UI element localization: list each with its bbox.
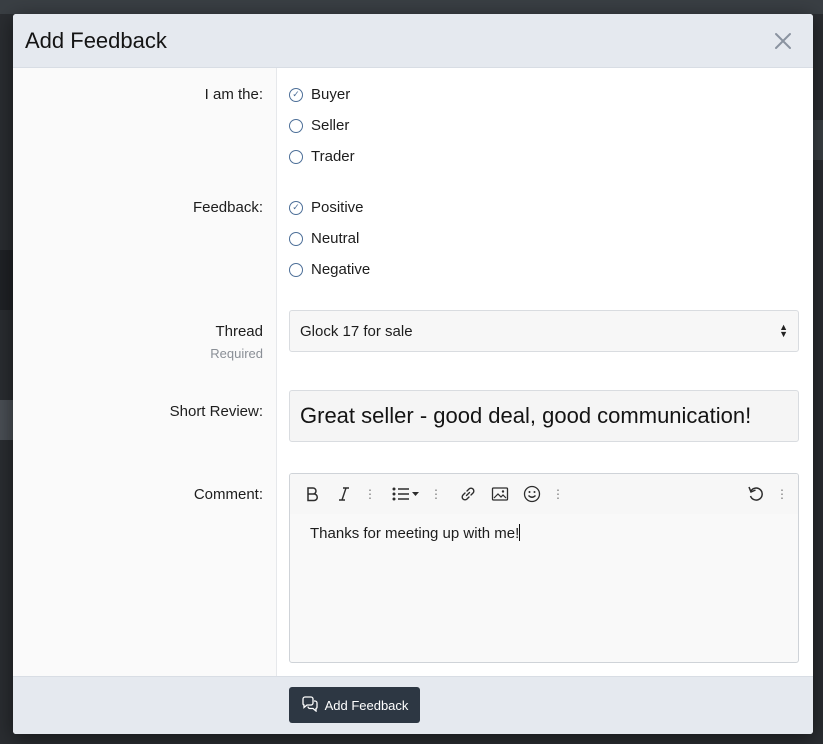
more-icon[interactable]: ⋮ [430,484,442,504]
feedback-option-positive[interactable]: ✓ Positive [289,199,364,216]
role-option-label: Buyer [311,86,351,103]
add-feedback-button[interactable]: Add Feedback [289,687,420,723]
more-icon[interactable]: ⋮ [364,484,376,504]
role-option-label: Seller [311,117,350,134]
comment-label: Comment: [193,486,263,503]
modal-header: Add Feedback [13,14,813,68]
link-icon[interactable] [458,484,478,504]
select-arrows-icon: ▲ ▼ [779,322,788,339]
feedback-option-negative[interactable]: Negative [289,261,370,278]
comment-value: Thanks for meeting up with me! [310,525,520,542]
radio-icon[interactable] [289,149,303,164]
radio-checked-icon[interactable]: ✓ [289,200,303,215]
field-column: ✓ Buyer Seller Trader ✓ Positive Neutral [277,68,813,677]
text-caret [519,524,521,541]
short-review-value: Great seller - good deal, good communica… [300,403,752,428]
feedback-label: Feedback: [192,199,263,216]
comments-icon [301,695,319,715]
close-icon[interactable] [771,29,795,53]
comment-editor[interactable]: ⋮ ⋮ ⋮ ⋮ Thanks for meeting up with me! [289,473,799,663]
role-label: I am the: [204,86,263,103]
image-icon[interactable] [490,484,510,504]
bold-icon[interactable] [302,484,322,504]
short-review-input[interactable]: Great seller - good deal, good communica… [289,390,799,442]
thread-required-hint: Required [210,346,263,361]
feedback-option-neutral[interactable]: Neutral [289,230,359,247]
radio-icon[interactable] [289,118,303,133]
feedback-option-label: Positive [311,199,364,216]
thread-select[interactable]: Glock 17 for sale ▲ ▼ [289,310,799,352]
thread-select-value: Glock 17 for sale [300,322,413,340]
feedback-option-label: Negative [311,261,371,278]
modal-body: I am the: Feedback: Thread Required Shor… [13,68,813,677]
modal-title: Add Feedback [25,27,167,53]
radio-icon[interactable] [289,231,303,246]
role-option-trader[interactable]: Trader [289,148,355,165]
italic-icon[interactable] [334,484,354,504]
list-icon[interactable] [392,484,420,504]
thread-label-text: Thread [215,323,263,340]
label-column: I am the: Feedback: Thread Required Shor… [13,68,277,677]
role-option-label: Trader [311,148,355,165]
add-feedback-modal: Add Feedback I am the: Feedback: Thread … [13,14,813,734]
thread-label: Thread Required [210,323,263,361]
undo-icon[interactable] [746,484,766,504]
radio-icon[interactable] [289,262,303,277]
editor-toolbar: ⋮ ⋮ ⋮ ⋮ [290,474,798,514]
feedback-option-label: Neutral [311,230,360,247]
role-option-seller[interactable]: Seller [289,117,349,134]
role-option-buyer[interactable]: ✓ Buyer [289,86,350,103]
short-review-label: Short Review: [169,403,263,420]
add-feedback-button-label: Add Feedback [324,697,409,713]
more-icon[interactable]: ⋮ [552,484,564,504]
modal-footer: Add Feedback [13,676,813,734]
comment-text-area[interactable]: Thanks for meeting up with me! [290,514,798,552]
smiley-icon[interactable] [522,484,542,504]
radio-checked-icon[interactable]: ✓ [289,87,303,102]
toolbar-right-group: ⋮ [746,484,788,504]
more-icon[interactable]: ⋮ [776,484,788,504]
